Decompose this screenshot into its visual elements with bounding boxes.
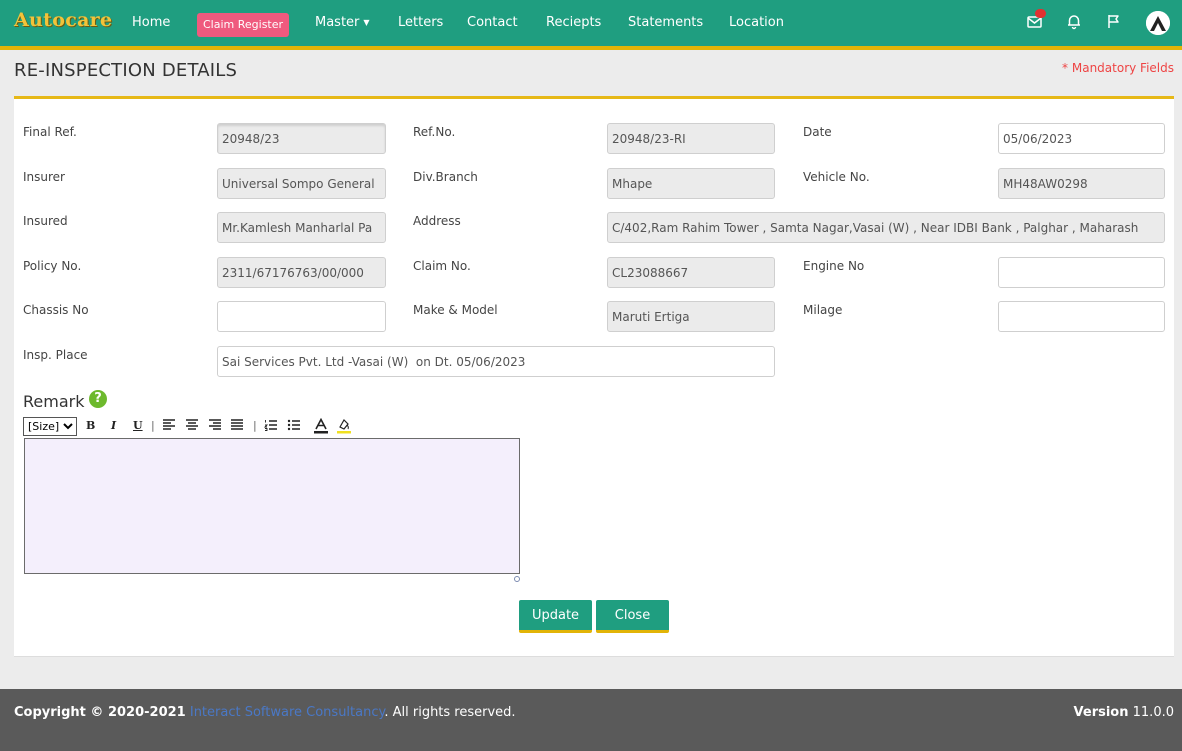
underline-button[interactable]: U [133,418,143,434]
ref-no-label: Ref.No. [413,125,456,139]
insurer-input[interactable] [217,168,386,199]
nav-claim-register[interactable]: Claim Register [197,13,290,37]
footer: Copyright © 2020-2021 Interact Software … [0,689,1182,751]
mandatory-fields-note: * Mandatory Fields [1062,61,1174,75]
toolbar-separator: | [253,419,257,432]
insurer-label: Insurer [23,170,65,184]
bell-icon[interactable] [1065,12,1083,30]
text-color-icon[interactable] [313,418,329,434]
vehicle-no-label: Vehicle No. [803,170,870,184]
ordered-list-icon[interactable] [264,418,278,434]
align-left-icon[interactable] [162,418,176,434]
copyright-text: Copyright © 2020-2021 Interact Software … [14,705,516,720]
milage-input[interactable] [998,301,1165,332]
div-branch-label: Div.Branch [413,170,478,184]
resize-handle-icon[interactable] [514,576,520,582]
remark-label: Remark [23,392,85,411]
policy-no-label: Policy No. [23,259,82,273]
chassis-no-label: Chassis No [23,303,89,317]
top-navbar: Autocare Home Claim Register Master ▼ Let… [0,0,1182,50]
update-button[interactable]: Update [519,600,592,633]
nav-master[interactable]: Master ▼ [315,15,370,30]
nav-location[interactable]: Location [729,15,784,30]
mail-badge [1035,9,1046,18]
milage-label: Milage [803,303,843,317]
insp-place-input[interactable] [217,346,775,377]
claim-no-input[interactable] [607,257,775,288]
nav-statements[interactable]: Statements [628,15,703,30]
rights-text: . All rights reserved. [384,705,516,720]
align-right-icon[interactable] [208,418,222,434]
align-justify-icon[interactable] [230,418,244,434]
bold-button[interactable]: B [86,418,95,434]
chassis-no-input[interactable] [217,301,386,332]
div-branch-input[interactable] [607,168,775,199]
caret-down-icon: ▼ [363,18,370,27]
italic-button[interactable]: I [111,418,116,434]
company-link[interactable]: Interact Software Consultancy [190,705,384,720]
nav-contact[interactable]: Contact [467,15,518,30]
ref-no-input[interactable] [607,123,775,154]
close-button[interactable]: Close [596,600,669,633]
version-label: Version [1073,705,1129,720]
make-model-input[interactable] [607,301,775,332]
toolbar-separator: | [151,419,155,432]
remark-editor[interactable] [24,438,520,574]
insured-input[interactable] [217,212,386,243]
vehicle-no-input[interactable] [998,168,1165,199]
nav-home[interactable]: Home [132,15,170,30]
engine-no-label: Engine No [803,259,865,273]
claim-no-label: Claim No. [413,259,471,273]
version-info: Version 11.0.0 [1074,705,1174,720]
make-model-label: Make & Model [413,303,498,317]
page-title: RE-INSPECTION DETAILS [14,60,238,81]
nav-reciepts[interactable]: Reciepts [546,15,601,30]
final-ref-input[interactable] [217,123,386,154]
flag-icon[interactable] [1105,12,1123,30]
nav-letters[interactable]: Letters [398,15,443,30]
align-center-icon[interactable] [185,418,199,434]
address-label: Address [413,214,461,228]
policy-no-input[interactable] [217,257,386,288]
date-input[interactable] [998,123,1165,154]
engine-no-input[interactable] [998,257,1165,288]
date-label: Date [803,125,832,139]
nav-master-label: Master [315,15,360,30]
highlight-color-icon[interactable] [336,418,352,434]
font-size-select[interactable]: [Size] [23,417,77,436]
help-icon[interactable]: ? [89,390,107,408]
address-input[interactable] [607,212,1165,243]
unordered-list-icon[interactable] [287,418,301,434]
insp-place-label: Insp. Place [23,348,88,362]
copyright-prefix: Copyright © 2020-2021 [14,705,186,720]
user-avatar[interactable] [1146,11,1170,35]
insured-label: Insured [23,214,68,228]
brand-logo[interactable]: Autocare [14,9,112,31]
final-ref-label: Final Ref. [23,125,77,139]
version-number: 11.0.0 [1132,705,1174,720]
